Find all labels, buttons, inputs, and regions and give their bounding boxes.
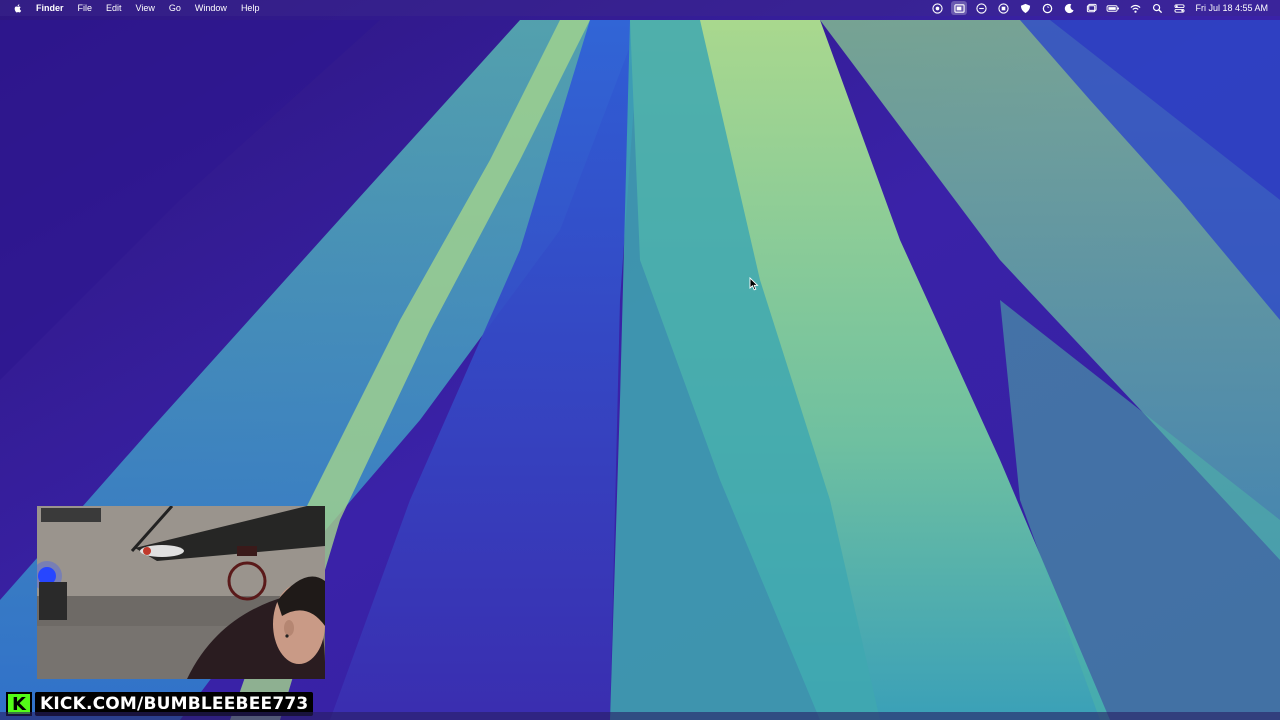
- focus-moon-icon[interactable]: [1061, 1, 1077, 15]
- stage-manager-icon[interactable]: [951, 1, 968, 15]
- control-center-app-icon[interactable]: [995, 1, 1011, 15]
- menu-view[interactable]: View: [136, 0, 155, 16]
- menu-go[interactable]: Go: [169, 0, 181, 16]
- dictation-icon[interactable]: [973, 1, 989, 15]
- menu-bar: Finder File Edit View Go Window Help Fri…: [0, 0, 1280, 16]
- menu-help[interactable]: Help: [241, 0, 260, 16]
- wifi-icon[interactable]: [1127, 1, 1143, 15]
- bottom-edge-strip: [0, 712, 1280, 720]
- sync-icon[interactable]: [1039, 1, 1055, 15]
- spotlight-search-icon[interactable]: [1149, 1, 1165, 15]
- menu-file[interactable]: File: [78, 0, 93, 16]
- apple-menu-icon[interactable]: [12, 2, 24, 14]
- battery-icon[interactable]: [1105, 1, 1121, 15]
- control-center-icon[interactable]: [1171, 1, 1187, 15]
- menu-finder[interactable]: Finder: [36, 0, 64, 16]
- vpn-shield-icon[interactable]: [1017, 1, 1033, 15]
- screen-recording-icon[interactable]: [929, 1, 945, 15]
- menu-edit[interactable]: Edit: [106, 0, 122, 16]
- menu-bar-clock[interactable]: Fri Jul 18 4:55 AM: [1195, 3, 1268, 13]
- webcam-overlay: [37, 506, 325, 679]
- menu-window[interactable]: Window: [195, 0, 227, 16]
- mouse-cursor-icon: [749, 276, 759, 291]
- window-icon[interactable]: [1083, 1, 1099, 15]
